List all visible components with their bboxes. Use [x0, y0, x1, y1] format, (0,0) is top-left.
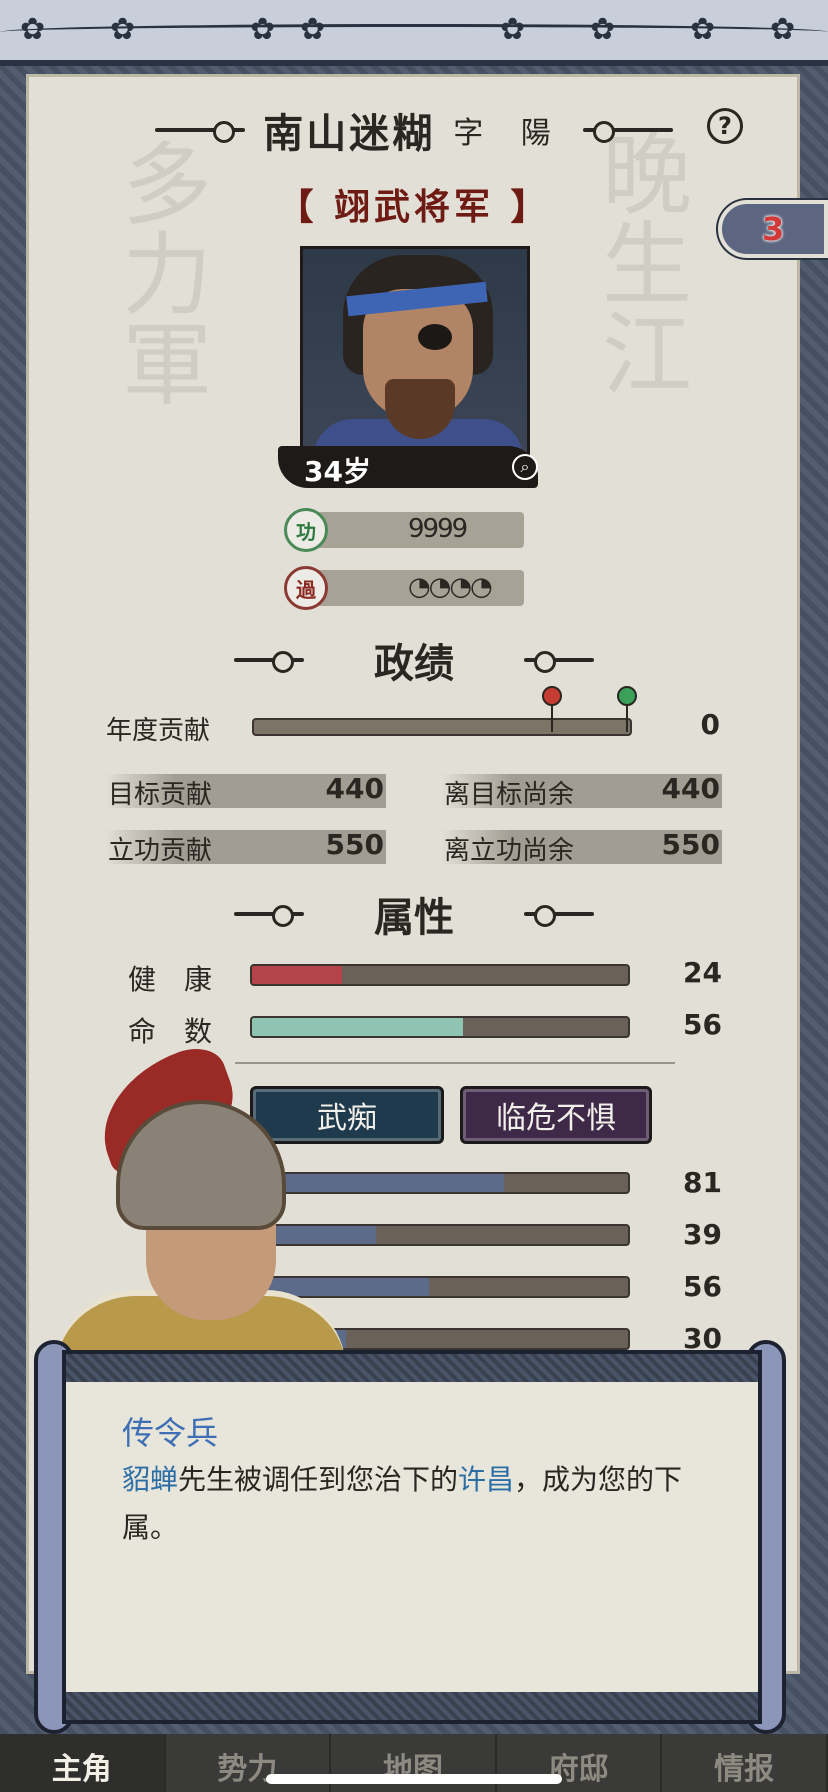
- age-label: 34岁: [304, 455, 371, 488]
- age-tag: 34岁: [278, 446, 538, 488]
- attributes-header: 属性: [0, 884, 828, 944]
- stat-value: 39: [683, 1218, 722, 1251]
- top-decor-band: ✿ ✿ ✿ ✿ ✿ ✿ ✿ ✿: [0, 0, 828, 66]
- trait-button-linweibuju[interactable]: 临危不惧: [460, 1086, 652, 1144]
- dialog-speaker: 传令兵: [122, 1414, 219, 1452]
- ornament-line-icon: [524, 905, 594, 927]
- flower-icon: ✿: [590, 12, 616, 47]
- fate-label: 命 数: [128, 1015, 213, 1048]
- dialog-text: 先生被调任到您治下的: [178, 1463, 459, 1496]
- demerit-icon: 過: [284, 566, 328, 610]
- health-value: 24: [683, 956, 722, 989]
- attributes-title: 属性: [374, 894, 454, 941]
- stat-value: 81: [683, 1166, 722, 1199]
- performance-title: 政绩: [374, 640, 454, 687]
- demerit-row: 過 ◔◔◔◔: [284, 566, 524, 610]
- character-portrait[interactable]: [300, 246, 530, 456]
- target-pin-icon: [542, 686, 562, 706]
- dialog-top-border: [66, 1354, 758, 1382]
- zoom-icon[interactable]: ⌕: [512, 454, 538, 480]
- performance-header: 政绩: [0, 630, 828, 690]
- annual-contribution-value: 0: [700, 708, 720, 741]
- target-contribution-label: 目标贡献: [108, 780, 213, 810]
- demerit-marks: ◔◔◔◔: [408, 572, 493, 602]
- flower-icon: ✿: [110, 12, 136, 47]
- fate-bar: [250, 1016, 630, 1038]
- character-name-row: 南山迷糊 字 陽: [0, 100, 828, 160]
- merit-row: 功 9999: [284, 508, 524, 552]
- question-icon: ?: [718, 112, 732, 140]
- ornament-line-icon: [582, 121, 673, 143]
- background-calligraphy: 晚生江: [586, 127, 691, 397]
- annual-contribution-label: 年度贡献: [106, 716, 211, 746]
- health-label: 健 康: [128, 963, 213, 996]
- remaining-target-label: 离目标尚余: [444, 780, 575, 810]
- message-dialog[interactable]: 传令兵 貂蝉先生被调任到您治下的许昌，成为您的下属。: [62, 1350, 762, 1724]
- merit-pin-icon: [617, 686, 637, 706]
- dialog-place-highlight: 许昌: [458, 1463, 515, 1496]
- health-bar-fill: [252, 966, 343, 984]
- dialog-name-highlight: 貂蝉: [122, 1463, 179, 1496]
- help-button[interactable]: ?: [707, 108, 743, 144]
- nav-tab-intel[interactable]: 情报: [662, 1734, 828, 1792]
- flower-icon: ✿: [770, 12, 796, 47]
- target-contribution-value: 440: [325, 772, 384, 805]
- merit-contribution-value: 550: [325, 828, 384, 861]
- annual-contribution-bar: [252, 718, 632, 736]
- health-bar: [250, 964, 630, 986]
- merit-marks: 9999: [408, 514, 468, 544]
- ornament-line-icon: [234, 905, 304, 927]
- remaining-target-value: 440: [661, 772, 720, 805]
- badge-count: 3: [762, 210, 785, 248]
- dialog-message: 貂蝉先生被调任到您治下的许昌，成为您的下属。: [122, 1456, 722, 1552]
- remaining-merit-value: 550: [661, 828, 720, 861]
- flower-icon: ✿: [20, 12, 46, 47]
- character-name: 南山迷糊: [263, 110, 436, 157]
- fate-bar-fill: [252, 1018, 463, 1036]
- flower-icon: ✿: [300, 12, 326, 47]
- ornament-line-icon: [155, 121, 246, 143]
- fate-value: 56: [683, 1008, 722, 1041]
- cloud-notification-badge[interactable]: 3: [718, 200, 828, 258]
- target-pin-stem: [551, 704, 553, 732]
- portrait-eyepatch: [418, 324, 452, 350]
- home-indicator[interactable]: [266, 1774, 562, 1784]
- rank-title: 【 翊武将军 】: [277, 186, 551, 228]
- ornament-line-icon: [234, 651, 304, 673]
- ornament-line-icon: [524, 651, 594, 673]
- messenger-soldier-portrait: [36, 1039, 346, 1380]
- remaining-merit-label: 离立功尚余: [444, 836, 575, 866]
- merit-contribution-label: 立功贡献: [108, 836, 213, 866]
- merit-pin-stem: [626, 704, 628, 732]
- merit-icon: 功: [284, 508, 328, 552]
- flower-icon: ✿: [250, 12, 276, 47]
- nav-tab-protagonist[interactable]: 主角: [0, 1734, 166, 1792]
- courtesy-name: 字 陽: [453, 116, 565, 151]
- stat-value: 56: [683, 1270, 722, 1303]
- flower-icon: ✿: [690, 12, 716, 47]
- flower-icon: ✿: [500, 12, 526, 47]
- dialog-bottom-border: [66, 1692, 758, 1720]
